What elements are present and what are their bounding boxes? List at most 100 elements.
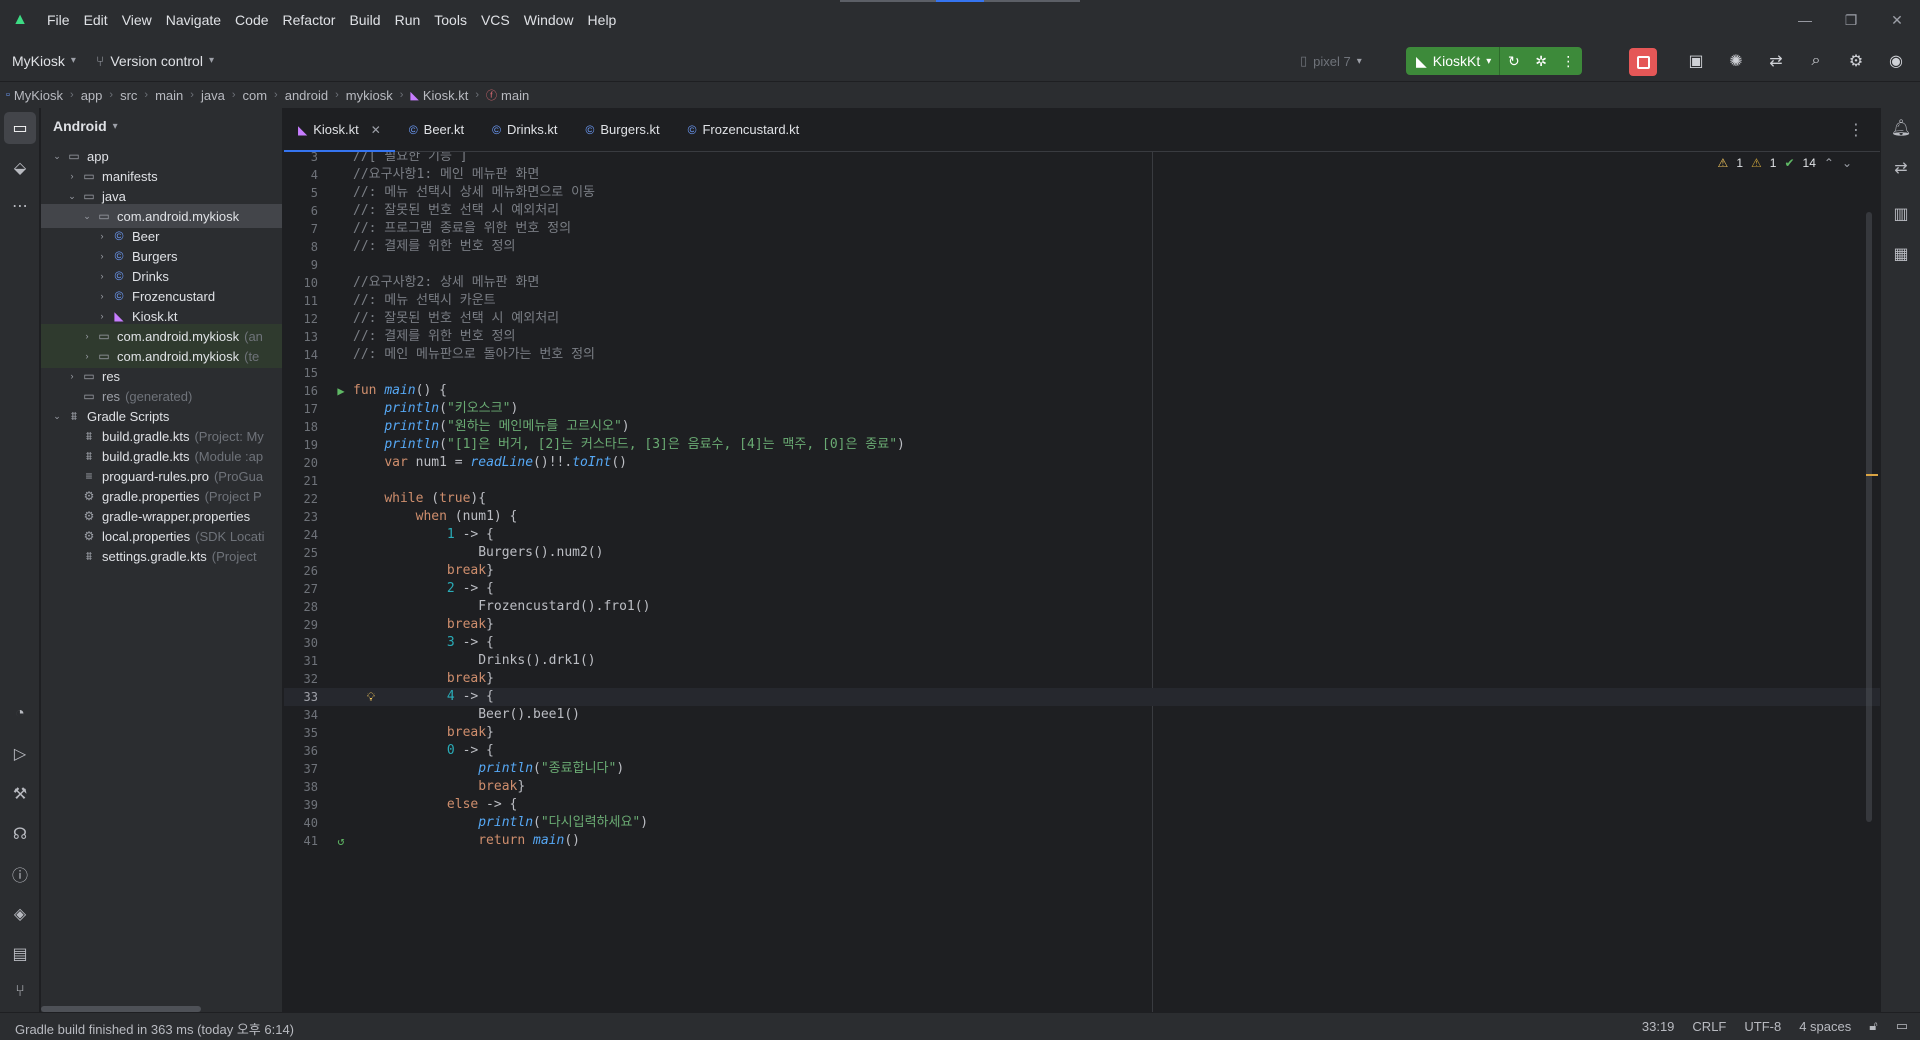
build-tool-button[interactable]: ⚒ bbox=[4, 778, 36, 810]
more-tools-button[interactable]: ⋯ bbox=[4, 190, 36, 222]
code-line[interactable]: 27 2 -> { bbox=[284, 580, 1880, 598]
logcat-button[interactable]: ☊ bbox=[4, 818, 36, 850]
code-line[interactable]: 35 break} bbox=[284, 724, 1880, 742]
chevron-down-icon[interactable]: ⌄ bbox=[49, 151, 65, 162]
chevron-right-icon[interactable]: › bbox=[94, 291, 110, 301]
code-line[interactable]: 39 else -> { bbox=[284, 796, 1880, 814]
code-line[interactable]: 16 ▶ fun main() { bbox=[284, 382, 1880, 400]
app-quality-button[interactable]: ◈ bbox=[4, 898, 36, 930]
chevron-up-icon[interactable]: ⌃ bbox=[1824, 156, 1834, 170]
code-line[interactable]: 33 💡︎ 4 -> { bbox=[284, 688, 1880, 706]
vcs-selector[interactable]: ⑂ Version control ▾ bbox=[86, 46, 224, 76]
notifications-button[interactable]: 🔔︎ bbox=[1885, 112, 1917, 144]
chevron-right-icon[interactable]: › bbox=[94, 311, 110, 321]
code-line[interactable]: 41 ↺ return main() bbox=[284, 832, 1880, 850]
recursion-icon[interactable]: ↺ bbox=[326, 832, 356, 850]
code-line[interactable]: 8 //: 결제를 위한 번호 정의 bbox=[284, 238, 1880, 256]
error-stripe-marker[interactable] bbox=[1866, 474, 1878, 476]
menu-refactor[interactable]: Refactor bbox=[276, 0, 343, 40]
chevron-down-icon[interactable]: ⌄ bbox=[49, 411, 65, 422]
menu-window[interactable]: Window bbox=[517, 0, 581, 40]
code-line[interactable]: 30 3 -> { bbox=[284, 634, 1880, 652]
breadcrumb-item[interactable]: ◣ Kiosk.kt bbox=[410, 88, 468, 103]
code-line[interactable]: 31 Drinks().drk1() bbox=[284, 652, 1880, 670]
indent-setting[interactable]: 4 spaces bbox=[1799, 1019, 1851, 1034]
code-line[interactable]: 24 1 -> { bbox=[284, 526, 1880, 544]
caret-position[interactable]: 33:19 bbox=[1642, 1019, 1675, 1034]
code-line[interactable]: 14 //: 메인 메뉴판으로 돌아가는 번호 정의 bbox=[284, 346, 1880, 364]
code-line[interactable]: 19 println("[1]은 버거, [2]는 커스타드, [3]은 음료수… bbox=[284, 436, 1880, 454]
inspection-widget[interactable]: ⚠ 1 ⚠ 1 ✔ 14 ⌃ ⌄ bbox=[1718, 156, 1852, 170]
chevron-right-icon[interactable]: › bbox=[79, 351, 95, 361]
chevron-right-icon[interactable]: › bbox=[94, 231, 110, 241]
menu-help[interactable]: Help bbox=[581, 0, 624, 40]
code-line[interactable]: 22 while (true){ bbox=[284, 490, 1880, 508]
code-line[interactable]: 28 Frozencustard().fro1() bbox=[284, 598, 1880, 616]
menu-tools[interactable]: Tools bbox=[427, 0, 474, 40]
gradle-tool-button[interactable]: ⇄ bbox=[1885, 152, 1917, 184]
code-line[interactable]: 5 //: 메뉴 선택시 상세 메뉴화면으로 이동 bbox=[284, 184, 1880, 202]
menu-build[interactable]: Build bbox=[342, 0, 387, 40]
tree-item[interactable]: ⩩ settings.gradle.kts (Project bbox=[41, 544, 282, 568]
breadcrumb-item[interactable]: src bbox=[120, 88, 137, 103]
breadcrumb-item[interactable]: ⓕ main bbox=[486, 87, 529, 103]
search-button[interactable]: ⌕ bbox=[1800, 46, 1832, 76]
code-line[interactable]: 37 println("종료합니다") bbox=[284, 760, 1880, 778]
editor-tab[interactable]: © Beer.kt bbox=[395, 108, 478, 152]
code-line[interactable]: 21 bbox=[284, 472, 1880, 490]
account-button[interactable]: ◉ bbox=[1880, 46, 1912, 76]
line-separator[interactable]: CRLF bbox=[1692, 1019, 1726, 1034]
chevron-right-icon[interactable]: › bbox=[79, 331, 95, 341]
editor-tab[interactable]: © Drinks.kt bbox=[478, 108, 571, 152]
menu-navigate[interactable]: Navigate bbox=[159, 0, 228, 40]
more-vertical-icon[interactable]: ⋮ bbox=[1848, 120, 1864, 140]
terminal-button[interactable]: ▤ bbox=[4, 938, 36, 970]
restore-button[interactable]: ❐ bbox=[1828, 0, 1874, 40]
code-line[interactable]: 18 println("원하는 메인메뉴를 고르시오") bbox=[284, 418, 1880, 436]
git-button[interactable]: ⑂ bbox=[4, 976, 36, 1008]
status-message[interactable]: Gradle build finished in 363 ms (today 오… bbox=[15, 1019, 294, 1038]
chevron-right-icon[interactable]: › bbox=[64, 171, 80, 181]
menu-code[interactable]: Code bbox=[228, 0, 275, 40]
menu-file[interactable]: File bbox=[40, 0, 77, 40]
code-line[interactable]: 4 //요구사항1: 메인 메뉴판 화면 bbox=[284, 166, 1880, 184]
settings-button[interactable]: ⚙ bbox=[1840, 46, 1872, 76]
breadcrumb-item[interactable]: android bbox=[285, 88, 328, 103]
device-selector[interactable]: ▯ pixel 7 ▾ bbox=[1290, 46, 1372, 76]
code-line[interactable]: 25 Burgers().num2() bbox=[284, 544, 1880, 562]
breadcrumb-item[interactable]: main bbox=[155, 88, 183, 103]
chevron-down-icon[interactable]: ⌄ bbox=[1842, 156, 1852, 170]
chevron-down-icon[interactable]: ⌄ bbox=[64, 191, 80, 202]
run-config-selector[interactable]: ◣ KioskKt ▾ bbox=[1406, 47, 1501, 75]
rerun-button[interactable]: ↻ bbox=[1500, 47, 1527, 75]
profiler-button[interactable]: ◔ bbox=[4, 698, 36, 730]
code-line[interactable]: 29 break} bbox=[284, 616, 1880, 634]
running-devices-button[interactable]: ▦ bbox=[1885, 238, 1917, 270]
readonly-lock-icon[interactable]: 🔓︎ bbox=[1869, 1018, 1877, 1034]
attach-debugger-button[interactable]: ✺ bbox=[1720, 46, 1752, 76]
editor-tab[interactable]: © Burgers.kt bbox=[572, 108, 674, 152]
menu-run[interactable]: Run bbox=[388, 0, 428, 40]
chevron-right-icon[interactable]: › bbox=[94, 251, 110, 261]
more-actions-button[interactable]: ⋮ bbox=[1555, 47, 1582, 75]
code-line[interactable]: 17 println("키오스크") bbox=[284, 400, 1880, 418]
breadcrumb-item[interactable]: app bbox=[81, 88, 103, 103]
menu-vcs[interactable]: VCS bbox=[474, 0, 517, 40]
code-line[interactable]: 3 //[ 필요한 기능 ] bbox=[284, 152, 1880, 166]
vertical-scrollbar[interactable] bbox=[1866, 212, 1872, 822]
code-line[interactable]: 20 var num1 = readLine()!!.toInt() bbox=[284, 454, 1880, 472]
code-line[interactable]: 40 println("다시입력하세요") bbox=[284, 814, 1880, 832]
code-line[interactable]: 15 bbox=[284, 364, 1880, 382]
device-manager-button[interactable]: ▣ bbox=[1680, 46, 1712, 76]
menu-view[interactable]: View bbox=[115, 0, 159, 40]
code-line[interactable]: 9 bbox=[284, 256, 1880, 274]
file-encoding[interactable]: UTF-8 bbox=[1744, 1019, 1781, 1034]
editor-tab[interactable]: © Frozencustard.kt bbox=[674, 108, 814, 152]
code-line[interactable]: 23 when (num1) { bbox=[284, 508, 1880, 526]
chevron-right-icon[interactable]: › bbox=[64, 371, 80, 381]
breadcrumb-item[interactable]: mykiosk bbox=[346, 88, 393, 103]
minimize-button[interactable]: — bbox=[1782, 0, 1828, 40]
code-line[interactable]: 11 //: 메뉴 선택시 카운트 bbox=[284, 292, 1880, 310]
chevron-right-icon[interactable]: › bbox=[94, 271, 110, 281]
project-view-selector[interactable]: Android ▾ bbox=[41, 108, 282, 144]
